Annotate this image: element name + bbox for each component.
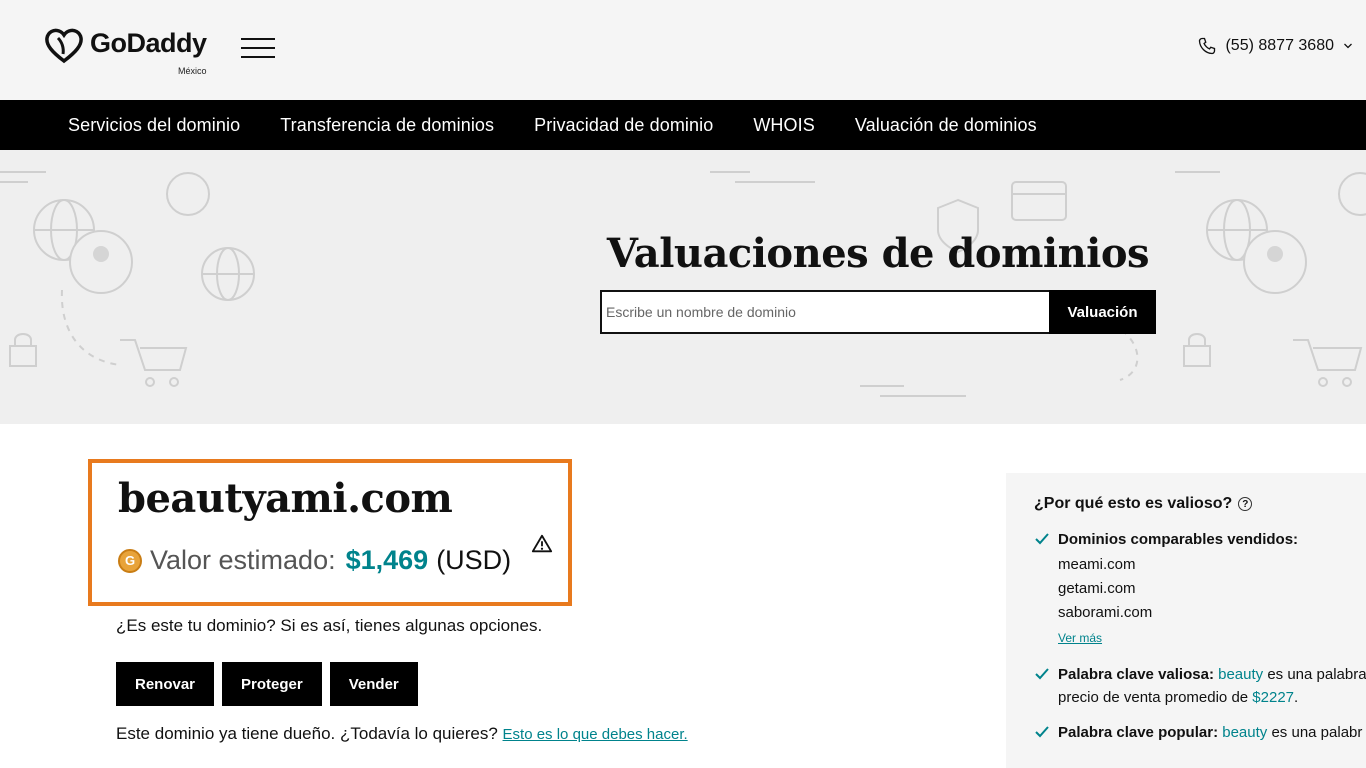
nav-item-servicios[interactable]: Servicios del dominio xyxy=(68,115,240,136)
check-icon xyxy=(1035,726,1049,738)
domain-name: beautyami.com xyxy=(118,475,453,522)
sell-button[interactable]: Vender xyxy=(329,662,418,706)
owned-notice: Este dominio ya tiene dueño. ¿Todavía lo… xyxy=(116,724,688,744)
decorative-illustration xyxy=(0,171,1366,397)
domain-search: Valuación xyxy=(600,290,1156,334)
owner-question: ¿Es este tu dominio? Si es así, tienes a… xyxy=(116,616,543,635)
check-icon xyxy=(1035,533,1049,545)
godaddy-heart-icon xyxy=(45,28,83,64)
owner-actions: Renovar Proteger Vender xyxy=(116,662,418,706)
owned-text: Este dominio ya tiene dueño. ¿Todavía lo… xyxy=(116,724,498,743)
comparables-title: Dominios comparables vendidos: xyxy=(1058,531,1299,548)
site-header: GoDaddy México (55) 8877 3680 xyxy=(0,0,1366,100)
godaddy-logo[interactable]: GoDaddy México xyxy=(44,26,219,76)
valuation-button[interactable]: Valuación xyxy=(1049,290,1156,334)
list-item: meami.com xyxy=(1058,556,1136,573)
menu-icon[interactable] xyxy=(241,38,275,60)
valuation-result: beautyami.com G Valor estimado: $1,469 (… xyxy=(88,459,572,606)
list-item: getami.com xyxy=(1058,580,1136,597)
nav-item-transferencia[interactable]: Transferencia de dominios xyxy=(280,115,494,136)
nav-item-privacidad[interactable]: Privacidad de dominio xyxy=(534,115,713,136)
warning-icon[interactable] xyxy=(531,533,553,555)
domain-search-input[interactable] xyxy=(600,290,1049,334)
reason-comparables: Dominios comparables vendidos: meami.com… xyxy=(1034,531,1366,646)
protect-button[interactable]: Proteger xyxy=(222,662,322,706)
hero-section: Valuaciones de dominios Valuación xyxy=(0,150,1366,424)
value-currency: (USD) xyxy=(436,545,512,575)
nav-item-valuacion[interactable]: Valuación de dominios xyxy=(855,115,1037,136)
panel-title: ¿Por qué esto es valioso? ? xyxy=(1034,495,1366,513)
chevron-down-icon xyxy=(1344,43,1352,49)
brand-name: GoDaddy xyxy=(90,28,207,58)
value-label: Valor estimado: xyxy=(150,545,336,575)
coin-icon: G xyxy=(118,548,142,573)
help-icon[interactable]: ? xyxy=(1238,497,1253,511)
phone-contact[interactable]: (55) 8877 3680 xyxy=(1197,36,1354,56)
reason-popular-keyword: Palabra clave popular: beauty es una pal… xyxy=(1034,724,1366,741)
keyword: beauty xyxy=(1218,666,1264,683)
nav-item-whois[interactable]: WHOIS xyxy=(753,115,815,136)
phone-number: (55) 8877 3680 xyxy=(1225,37,1334,54)
see-more-link[interactable]: Ver más xyxy=(1058,631,1102,645)
region-label: México xyxy=(178,66,207,76)
value-amount: $1,469 xyxy=(345,545,429,575)
what-to-do-link[interactable]: Esto es lo que debes hacer. xyxy=(503,726,688,743)
phone-icon xyxy=(1199,37,1216,55)
domain-nav: Servicios del dominio Transferencia de d… xyxy=(0,100,1366,150)
list-item: saborami.com xyxy=(1058,604,1153,621)
page-title: Valuaciones de dominios xyxy=(606,230,1150,277)
keyword: beauty xyxy=(1222,724,1268,741)
estimated-value-row: G Valor estimado: $1,469 (USD) xyxy=(118,545,511,576)
why-valuable-panel: ¿Por qué esto es valioso? ? Dominios com… xyxy=(1006,473,1366,768)
renew-button[interactable]: Renovar xyxy=(116,662,215,706)
comparables-list: meami.com getami.com saborami.com Ver má… xyxy=(1058,556,1366,646)
check-icon xyxy=(1035,668,1049,680)
reason-valuable-keyword: Palabra clave valiosa: beauty es una pal… xyxy=(1034,666,1366,706)
average-price: $2227 xyxy=(1252,689,1295,706)
